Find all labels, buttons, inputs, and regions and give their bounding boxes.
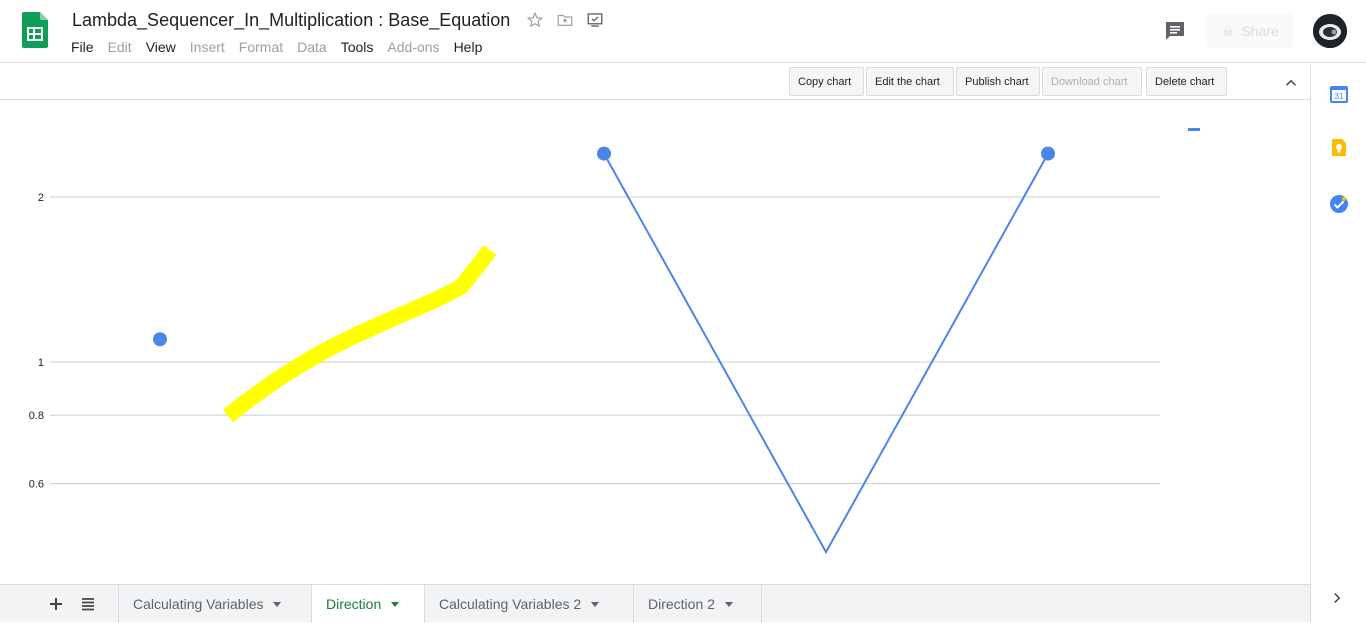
sheet-tab-label: Direction (326, 596, 382, 612)
sheet-tab[interactable]: Calculating Variables 2 (424, 585, 633, 623)
chart-area: 2 1 0.8 0.6 (0, 100, 1310, 584)
title-actions (526, 11, 604, 29)
copy-chart-button[interactable]: Copy chart (789, 67, 864, 96)
star-icon[interactable] (526, 11, 544, 29)
y-tick-label: 0.8 (29, 410, 44, 422)
menu-insert[interactable]: Insert (190, 39, 233, 55)
menu-data[interactable]: Data (297, 39, 335, 55)
user-avatar[interactable] (1313, 14, 1347, 48)
avatar-image-icon (1313, 14, 1347, 48)
legend-swatch (1188, 128, 1200, 131)
data-point (153, 332, 167, 347)
chevron-down-icon[interactable] (273, 601, 282, 607)
menu-bar: File Edit View Insert Format Data Tools … (71, 39, 496, 55)
side-panel: 31 (1310, 64, 1366, 622)
all-sheets-menu-icon[interactable] (78, 594, 98, 614)
sheet-tab[interactable]: Calculating Variables (118, 585, 311, 623)
menu-file[interactable]: File (71, 39, 102, 55)
comment-icon[interactable] (1163, 19, 1187, 43)
download-chart-button[interactable]: Download chart (1042, 67, 1142, 96)
menu-format[interactable]: Format (239, 39, 291, 55)
y-tick-label: 2 (38, 192, 44, 204)
edit-chart-button[interactable]: Edit the chart (866, 67, 954, 96)
move-folder-icon[interactable] (556, 11, 574, 29)
data-point (597, 146, 611, 161)
sheet-tab-label: Direction 2 (648, 596, 715, 612)
lock-icon (1224, 25, 1233, 36)
data-point (1041, 146, 1055, 161)
document-title[interactable]: Lambda_Sequencer_In_Multiplication : Bas… (72, 10, 510, 31)
publish-chart-button[interactable]: Publish chart (956, 67, 1040, 96)
sheet-tab-label: Calculating Variables (133, 596, 264, 612)
saved-to-drive-icon[interactable] (586, 11, 604, 29)
series-line (603, 153, 1049, 555)
delete-chart-button[interactable]: Delete chart (1146, 67, 1227, 96)
keep-icon[interactable] (1329, 138, 1349, 158)
sheet-tab[interactable]: Direction 2 (633, 585, 762, 623)
calendar-icon[interactable]: 31 (1329, 84, 1349, 104)
chevron-down-icon[interactable] (724, 601, 733, 607)
chevron-up-icon[interactable] (1282, 74, 1300, 92)
line-chart[interactable]: 2 1 0.8 0.6 (0, 100, 1310, 584)
sheet-tab-label: Calculating Variables 2 (439, 596, 582, 612)
tasks-icon[interactable] (1329, 194, 1349, 214)
share-label: Share (1241, 23, 1279, 39)
app-header: Lambda_Sequencer_In_Multiplication : Bas… (0, 0, 1366, 63)
y-tick-label: 1 (38, 357, 44, 369)
menu-view[interactable]: View (146, 39, 184, 55)
menu-add-ons[interactable]: Add-ons (387, 39, 447, 55)
sheet-tabs-bar: Calculating Variables Direction Calculat… (0, 584, 1310, 623)
y-tick-label: 0.6 (29, 479, 44, 491)
sheets-logo-icon[interactable] (22, 12, 48, 48)
menu-help[interactable]: Help (454, 39, 491, 55)
menu-tools[interactable]: Tools (341, 39, 382, 55)
chart-toolbar: Copy chart Edit the chart Publish chart … (0, 64, 1310, 100)
chevron-down-icon[interactable] (591, 601, 600, 607)
highlighter-annotation (222, 245, 497, 423)
add-sheet-icon[interactable] (46, 594, 66, 614)
svg-text:31: 31 (1335, 92, 1344, 101)
chevron-right-icon[interactable] (1328, 589, 1346, 607)
menu-edit[interactable]: Edit (108, 39, 140, 55)
chevron-down-icon[interactable] (391, 601, 400, 607)
sheet-tab-active[interactable]: Direction (311, 585, 424, 623)
share-button[interactable]: Share (1207, 14, 1293, 48)
